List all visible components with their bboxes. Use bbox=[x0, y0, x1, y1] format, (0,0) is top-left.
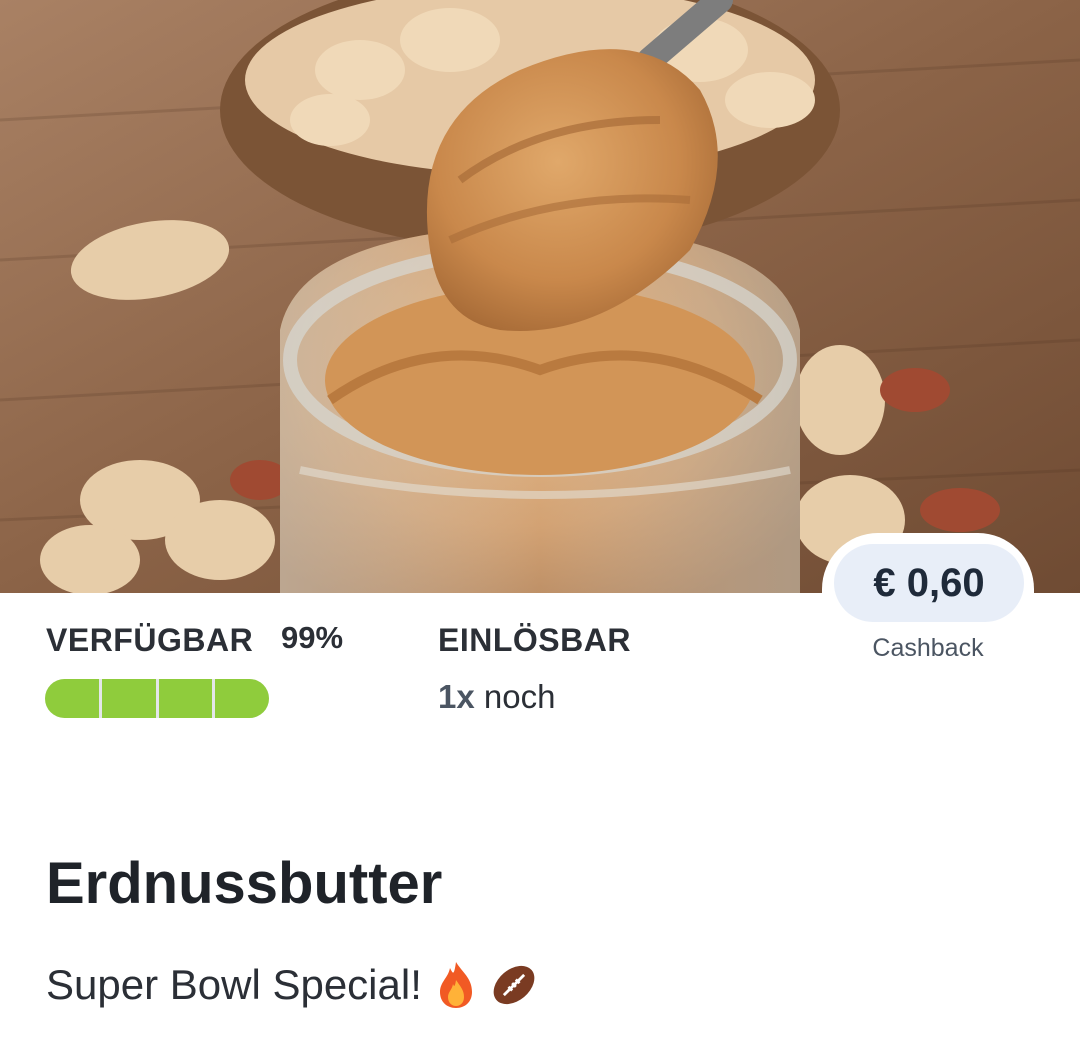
progress-segment bbox=[101, 679, 156, 718]
redeemable-suffix: noch bbox=[483, 678, 556, 715]
product-subtitle: Super Bowl Special! bbox=[46, 960, 538, 1010]
football-icon bbox=[493, 965, 535, 1005]
progress-segment bbox=[158, 679, 213, 718]
product-title: Erdnussbutter bbox=[46, 851, 443, 916]
progress-segment bbox=[45, 679, 99, 718]
cashback-caption: Cashback bbox=[872, 634, 984, 662]
availability-percent: 99% bbox=[281, 620, 344, 655]
progress-segment bbox=[215, 679, 269, 718]
availability-progress-bar bbox=[45, 679, 269, 718]
redeemable-value: 1x noch bbox=[438, 678, 650, 716]
availability-label: VERFÜGBAR bbox=[46, 622, 254, 658]
product-image bbox=[0, 0, 1080, 593]
subtitle-text: Super Bowl Special! bbox=[46, 961, 422, 1008]
redeemable-count: 1x bbox=[438, 678, 475, 715]
redeemable-label: EINLÖSBAR bbox=[438, 622, 631, 658]
fire-icon bbox=[439, 962, 472, 1008]
cashback-price-badge: € 0,60 bbox=[834, 544, 1024, 622]
